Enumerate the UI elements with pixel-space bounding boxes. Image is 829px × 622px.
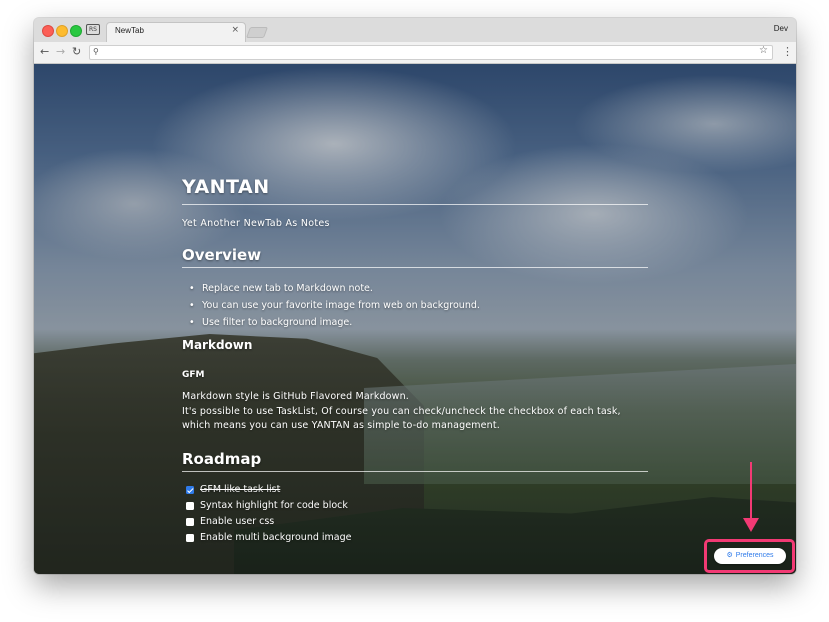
gfm-heading: GFM	[182, 370, 205, 380]
task-item: Enable user css	[186, 514, 351, 530]
new-tab-button[interactable]	[245, 27, 269, 38]
gear-icon: ⚙	[726, 552, 733, 559]
paragraph-line: It's possible to use TaskList, Of course…	[182, 405, 621, 417]
forward-arrow-icon[interactable]: →	[56, 45, 65, 59]
task-checkbox-checked[interactable]	[186, 486, 194, 494]
maximize-window-button[interactable]	[70, 25, 82, 37]
task-item: GFM like task list	[186, 482, 351, 498]
browser-toolbar: ← → ↻ ⚲ ☆ ⋮	[34, 42, 796, 64]
paragraph-line: Markdown style is GitHub Flavored Markdo…	[182, 391, 409, 402]
preferences-button[interactable]: ⚙ Preferences	[714, 548, 786, 564]
annotation-arrow-head	[743, 518, 759, 532]
reload-icon[interactable]: ↻	[72, 45, 81, 59]
task-checkbox[interactable]	[186, 502, 194, 510]
task-label: Enable multi background image	[200, 532, 352, 543]
list-item: You can use your favorite image from web…	[189, 297, 480, 314]
paragraph-line: which means you can use YANTAN as simple…	[182, 420, 500, 431]
roadmap-heading: Roadmap	[182, 450, 648, 472]
gfm-paragraph: Markdown style is GitHub Flavored Markdo…	[182, 390, 648, 434]
tab-close-icon[interactable]: ×	[231, 25, 239, 35]
browser-window: RS NewTab × Dev ← → ↻ ⚲ ☆ ⋮ YANTAN Yet A…	[34, 18, 796, 574]
newtab-page: YANTAN Yet Another NewTab As Notes Overv…	[34, 64, 796, 574]
tab-title: NewTab	[115, 26, 144, 35]
task-item: Enable multi background image	[186, 530, 351, 546]
list-item: Replace new tab to Markdown note.	[189, 280, 480, 297]
overview-heading: Overview	[182, 246, 648, 268]
task-checkbox[interactable]	[186, 534, 194, 542]
address-bar-input[interactable]	[89, 45, 773, 60]
bookmark-star-icon[interactable]: ☆	[759, 45, 768, 56]
close-window-button[interactable]	[42, 25, 54, 37]
tab-search-icon[interactable]: RS	[86, 24, 100, 35]
note-subtitle: Yet Another NewTab As Notes	[182, 218, 330, 229]
tab-newtab[interactable]: NewTab ×	[106, 22, 246, 42]
task-label: Enable user css	[200, 516, 275, 527]
overview-list: Replace new tab to Markdown note. You ca…	[189, 280, 480, 331]
back-arrow-icon[interactable]: ←	[40, 45, 49, 59]
task-label: Syntax highlight for code block	[200, 500, 348, 511]
annotation-arrow-line	[750, 462, 752, 522]
list-item: Use filter to background image.	[189, 314, 480, 331]
search-icon: ⚲	[93, 47, 99, 56]
tab-strip: RS NewTab × Dev	[34, 18, 796, 42]
task-checkbox[interactable]	[186, 518, 194, 526]
menu-dots-icon[interactable]: ⋮	[782, 45, 793, 59]
minimize-window-button[interactable]	[56, 25, 68, 37]
markdown-heading: Markdown	[182, 338, 253, 352]
task-item: Syntax highlight for code block	[186, 498, 351, 514]
preferences-label: Preferences	[735, 552, 774, 559]
note-title: YANTAN	[182, 176, 648, 205]
task-label: GFM like task list	[200, 484, 281, 495]
profile-name[interactable]: Dev	[774, 24, 788, 33]
task-list: GFM like task list Syntax highlight for …	[186, 482, 351, 546]
